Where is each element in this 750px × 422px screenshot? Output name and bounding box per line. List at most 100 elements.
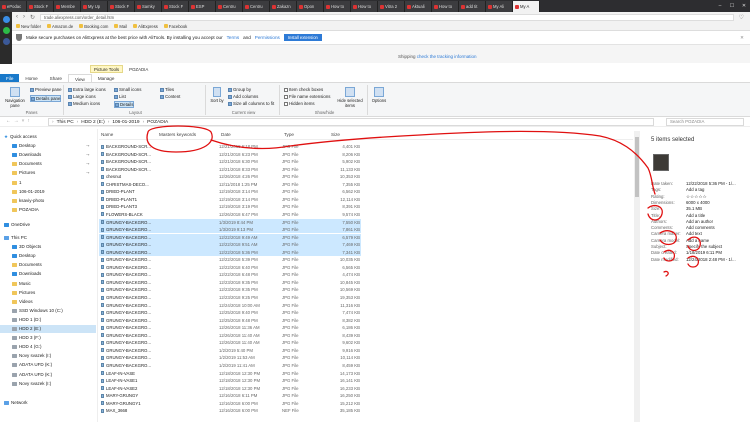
table-row[interactable]: MAX_3668 12/16/2018 6:00 PM NEF File 35,185… [99,407,361,414]
browser-tab[interactable]: Zakazn [270,1,297,12]
browser-tab[interactable]: My Ali [486,1,513,12]
tree-item[interactable]: Network [0,399,28,407]
table-row[interactable]: GRUNGY-BACKGRO... 12/23/2018 9:35 PM JPG F… [99,279,361,286]
tree-item[interactable]: ADATA UFD (K:) [0,371,52,379]
browser-tab[interactable]: Vitra 2 [378,1,405,12]
search-input[interactable]: Search POZADIA [666,118,744,126]
tree-item[interactable]: Novy svazek (I:) [0,352,51,360]
browser-tab[interactable]: Centru [216,1,243,12]
tree-item[interactable]: Downloads [0,270,41,278]
recent-dropdown-icon[interactable]: ˅ [22,119,25,124]
layout-option[interactable]: Large icons [68,94,96,99]
bookmark-item[interactable]: Mail [114,24,127,29]
table-row[interactable]: CHRISTMAS-DECO... 12/11/2018 1:25 PM JPG F… [99,181,361,188]
size-all-columns-button[interactable]: Size all columns to fit [228,101,274,106]
layout-option[interactable]: Tiles [160,87,174,92]
layout-option[interactable]: Small icons [114,87,141,92]
detail-value[interactable]: 35.1 MB [686,206,702,212]
browser-tab[interactable]: My Up [81,1,108,12]
detail-value[interactable]: Specify the subject [686,244,722,250]
reload-icon[interactable]: ↻ [30,14,35,21]
close-icon[interactable]: ✕ [740,35,744,41]
breadcrumb-item[interactable]: This PC [57,120,74,125]
bookmark-item[interactable]: Booking.com [79,24,108,29]
layout-option[interactable]: Content [160,94,180,99]
tree-item[interactable]: This PC [0,234,27,242]
tree-item[interactable]: Desktop [0,252,36,260]
hidden-items-toggle[interactable]: Hidden items [284,101,315,106]
table-row[interactable]: MARY-GRUNGY1 12/16/2018 6:00 PM JPG File 15… [99,400,361,407]
table-row[interactable]: GRUNGY-BACKGRO... 12/24/2018 10:00 AM JPG … [99,302,361,309]
heart-icon[interactable]: ♡ [739,14,744,21]
tree-item[interactable]: HDD 3 (F:) [0,334,41,342]
table-row[interactable]: GRUNGY-BACKGRO... 12/23/2018 9:35 PM JPG F… [99,286,361,293]
table-row[interactable]: LEAF-IN-VASE2 12/18/2018 12:30 PM JPG File… [99,385,361,392]
table-row[interactable]: GRUNGY-BACKGRO... 1/3/2019 9:13 PM JPG Fil… [99,226,361,234]
url-input[interactable]: trade.aliexpress.com/order_detail.htm [40,13,734,21]
back-icon[interactable]: ‹ [16,14,18,20]
layout-option[interactable]: Medium icons [68,101,100,106]
tree-item[interactable]: Desktop ⊸ [0,142,89,150]
table-row[interactable]: MARY-GRUNGY 12/16/2018 6:11 PM JPG File 16,… [99,392,361,399]
detail-value[interactable]: Add a name [686,238,709,244]
detail-value[interactable]: Add text [686,231,702,237]
table-row[interactable]: chesnut 12/26/2018 4:26 PM JPG File 10,353 … [99,173,361,180]
breadcrumb[interactable]: › This PC › HDD 2 (E:) › 106-01-2019 › POZADIA [48,118,654,126]
column-name[interactable]: Name [101,132,113,137]
breadcrumb-item[interactable]: 106-01-2019 [112,120,139,125]
up-arrow-icon[interactable]: ↑ [27,119,29,124]
browser-tab[interactable]: Membe [54,1,81,12]
browser-tab[interactable]: Opon [297,1,324,12]
rating-stars[interactable]: ☆☆☆☆☆ [686,194,707,200]
table-row[interactable]: GRUNGY-BACKGRO... 12/26/2018 11:40 AM JPG … [99,332,361,339]
bookmark-item[interactable]: Facebook [163,24,187,29]
layout-option[interactable]: Extra large icons [68,87,106,92]
back-arrow-icon[interactable]: ← [6,119,11,124]
table-row[interactable]: GRUNGY-BACKGRO... 12/22/2018 6:40 PM JPG F… [99,264,361,271]
table-row[interactable]: GRUNGY-BACKGRO... 1/2/2019 11:53 AM JPG Fi… [99,354,361,361]
ribbon-tab-view[interactable]: View [67,74,92,82]
browser-tab[interactable]: Stock F [108,1,135,12]
ribbon-tab-file[interactable]: File [0,74,20,82]
browser-tab[interactable]: How to [351,1,378,12]
browser-tab[interactable]: Samky [135,1,162,12]
detail-value[interactable]: 1/18/2019 6:11 PM [686,250,722,256]
table-row[interactable]: GRUNGY-BACKGRO... 12/25/2018 9:40 PM JPG F… [99,309,361,316]
table-row[interactable]: DRIED-PLANT1 12/19/2018 3:14 PM JPG File 12… [99,196,361,203]
tree-item[interactable]: HDD 2 (E:) [0,325,96,333]
table-row[interactable]: BACKGROUND-SCR... 12/21/2018 6:18 PM JPG F… [99,143,361,150]
table-row[interactable]: GRUNGY-BACKGRO... 12/22/2018 5:39 PM JPG F… [99,256,361,263]
browser-tab[interactable]: ePodac [0,1,27,12]
table-row[interactable]: GRUNGY-BACKGRO... 1/3/2019 8:44 PM JPG Fil… [99,218,361,226]
ribbon-tab-manage[interactable]: Manage [92,74,121,82]
table-row[interactable]: LEAF-IN-VASE1 12/18/2018 12:30 PM JPG File… [99,377,361,384]
tree-item[interactable]: Music [0,280,31,288]
browser-tab[interactable]: How to [324,1,351,12]
add-columns-button[interactable]: Add columns [228,94,258,99]
table-row[interactable]: BACKGROUND-SCR... 12/21/2018 6:23 PM JPG F… [99,151,361,158]
table-row[interactable]: GRUNGY-BACKGRO... 12/22/2018 9:49 AM JPG F… [99,233,361,241]
tree-item[interactable]: HDD 1 (D:) [0,316,41,324]
detail-value[interactable]: Add a tag [686,187,704,193]
layout-option[interactable]: List [114,94,126,99]
checkbox[interactable] [284,94,288,99]
detail-value[interactable]: Add comments [686,225,715,231]
tree-item[interactable]: Pictures ⊸ [0,169,89,177]
table-row[interactable]: GRUNGY-BACKGRO... 12/23/2018 9:25 PM JPG F… [99,294,361,301]
table-row[interactable]: GRUNGY-BACKGRO... 12/22/2018 9:51 AM JPG F… [99,241,361,249]
breadcrumb-item[interactable]: HDD 2 (E:) [81,120,104,125]
navigation-pane-button[interactable]: Navigation pane [2,87,28,108]
tree-item[interactable]: ADATA UFD (K:) [0,361,52,369]
tree-item[interactable]: ksaviy-photo [0,197,44,205]
bookmark-item[interactable]: New folder [16,24,41,29]
table-row[interactable]: GRUNGY-BACKGRO... 12/22/2018 6:48 PM JPG F… [99,271,361,278]
options-button[interactable]: Options [370,87,388,103]
preview-pane-button[interactable]: Preview pane [30,87,62,92]
item-check-boxes-toggle[interactable]: Item check boxes [284,87,323,92]
permissions-link[interactable]: Permissions [255,35,280,40]
tree-item[interactable]: ★ Quick access [0,133,37,141]
table-row[interactable]: GRUNGY-BACKGRO... 1/2/2019 5:40 PM JPG Fil… [99,347,361,354]
tree-item[interactable]: Pictures [0,289,35,297]
table-row[interactable]: BACKGROUND-SCR... 12/21/2018 6:30 PM JPG F… [99,158,361,165]
hide-selected-items-button[interactable]: Hide selected items [334,87,366,108]
